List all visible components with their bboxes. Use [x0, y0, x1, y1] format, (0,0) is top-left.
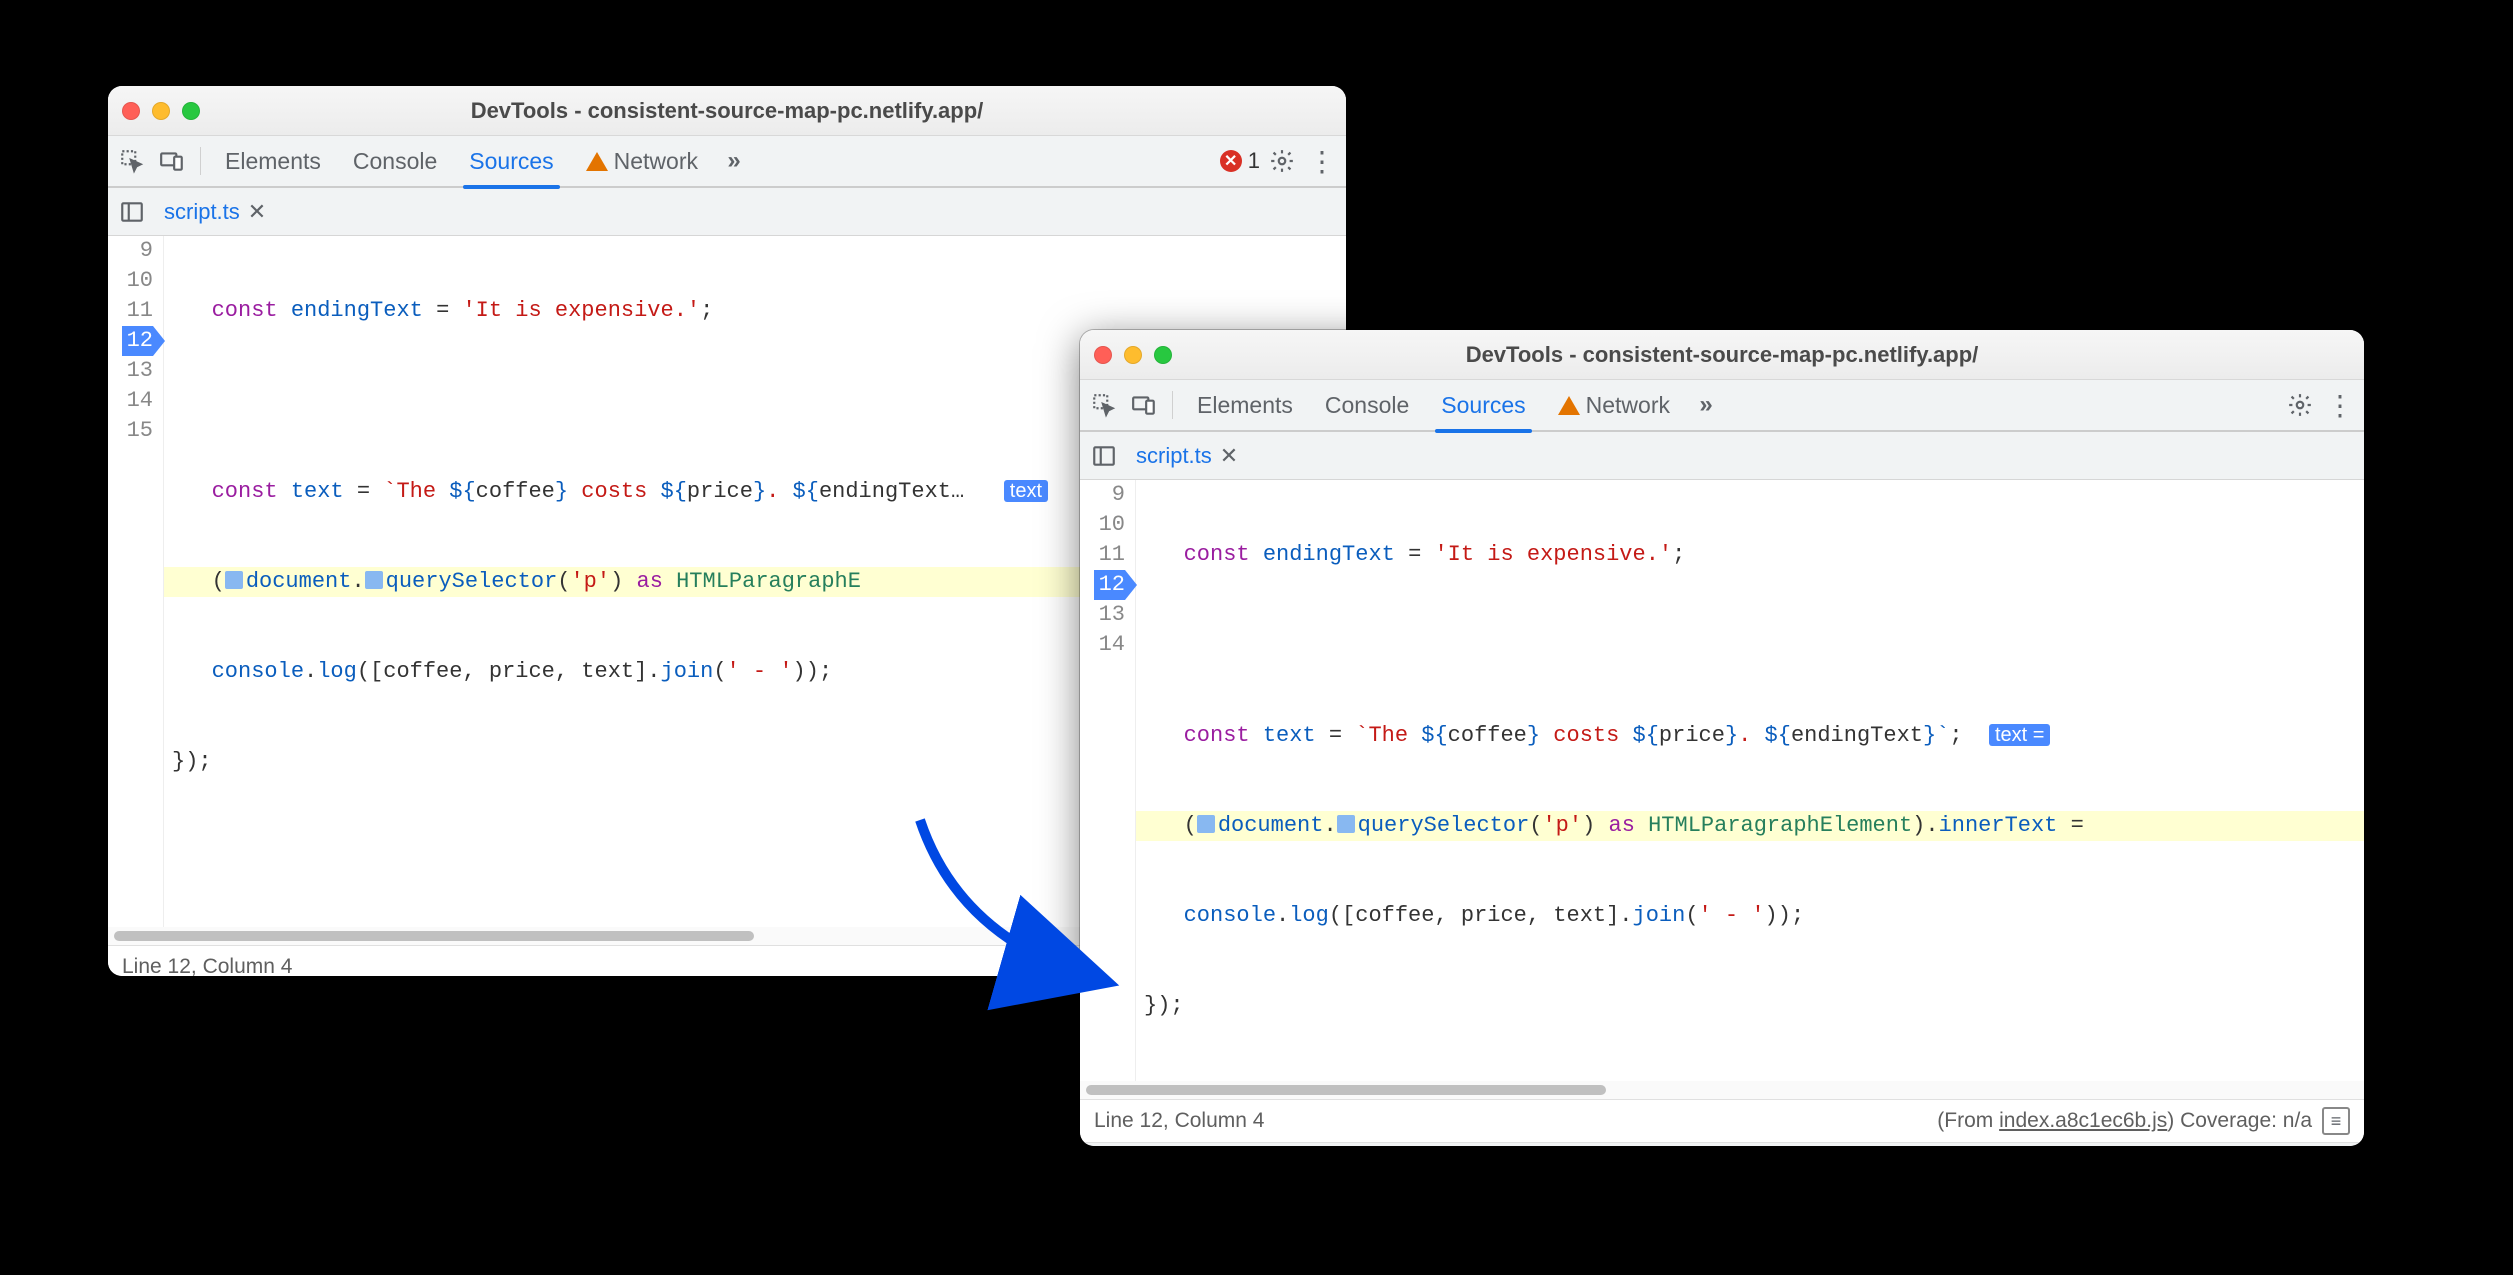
warning-icon	[1558, 396, 1580, 415]
coverage-detail-icon[interactable]: ≡	[2322, 1107, 2350, 1135]
tab-elements[interactable]: Elements	[211, 135, 335, 187]
line-gutter: 9 10 11 12 13 14	[1080, 480, 1136, 1081]
more-tabs-icon[interactable]: »	[716, 143, 752, 179]
zoom-window-button[interactable]	[1154, 346, 1172, 364]
cursor-position: Line 12, Column 4	[122, 955, 292, 976]
close-tab-icon[interactable]: ✕	[248, 199, 266, 225]
source-origin: (From index.a8c1ec6b.js) Coverage: n/a ≡	[1937, 1107, 2350, 1135]
source-statusbar: Line 12, Column 4 (From index.a8c1ec6b.j…	[1080, 1099, 2364, 1143]
window-title: DevTools - consistent-source-map-pc.netl…	[1080, 342, 2364, 368]
tab-network[interactable]: Network	[1544, 379, 1684, 431]
type-object-icon	[1197, 815, 1215, 833]
tab-network[interactable]: Network	[572, 135, 712, 187]
type-object-icon	[225, 571, 243, 589]
navigator-toggle-icon[interactable]	[114, 194, 150, 230]
devtools-window-after: DevTools - consistent-source-map-pc.netl…	[1080, 330, 2364, 1146]
drawer-header: ⋮ Console ✕	[1080, 1143, 2364, 1146]
inspect-element-icon[interactable]	[114, 143, 150, 179]
devtools-toolbar: Elements Console Sources Network » ✕ 1 ⋮	[108, 136, 1346, 188]
file-tabs-bar: script.ts ✕	[1080, 432, 2364, 480]
zoom-window-button[interactable]	[182, 102, 200, 120]
divider	[1172, 391, 1173, 419]
minimize-window-button[interactable]	[152, 102, 170, 120]
file-tab-script[interactable]: script.ts ✕	[1132, 443, 1242, 469]
horizontal-scrollbar[interactable]	[1080, 1081, 2364, 1099]
minimize-window-button[interactable]	[1124, 346, 1142, 364]
titlebar[interactable]: DevTools - consistent-source-map-pc.netl…	[1080, 330, 2364, 380]
source-map-link[interactable]: index.a8c1ec6b.js	[1999, 1109, 2167, 1132]
devtools-toolbar: Elements Console Sources Network » ⋮	[1080, 380, 2364, 432]
inspect-element-icon[interactable]	[1086, 387, 1122, 423]
cursor-position: Line 12, Column 4	[1094, 1109, 1264, 1133]
close-tab-icon[interactable]: ✕	[1220, 443, 1238, 469]
tab-sources[interactable]: Sources	[1427, 379, 1539, 431]
code-body[interactable]: const endingText = 'It is expensive.'; c…	[1136, 480, 2364, 1081]
error-icon: ✕	[1220, 150, 1242, 172]
tab-console[interactable]: Console	[339, 135, 451, 187]
file-tab-script[interactable]: script.ts ✕	[160, 199, 270, 225]
more-tabs-icon[interactable]: »	[1688, 387, 1724, 423]
settings-icon[interactable]	[1264, 143, 1300, 179]
warning-icon	[586, 152, 608, 171]
type-function-icon	[1337, 815, 1355, 833]
line-gutter: 9 10 11 12 13 14 15	[108, 236, 164, 927]
close-window-button[interactable]	[122, 102, 140, 120]
source-editor[interactable]: 9 10 11 12 13 14 const endingText = 'It …	[1080, 480, 2364, 1081]
drawer-tab-console[interactable]: Console	[1134, 1143, 1231, 1147]
close-window-button[interactable]	[1094, 346, 1112, 364]
titlebar[interactable]: DevTools - consistent-source-map-pc.netl…	[108, 86, 1346, 136]
kebab-menu-icon[interactable]: ⋮	[1304, 143, 1340, 179]
type-function-icon	[365, 571, 383, 589]
device-toolbar-icon[interactable]	[1126, 387, 1162, 423]
traffic-lights	[1094, 346, 1172, 364]
window-title: DevTools - consistent-source-map-pc.netl…	[108, 98, 1346, 124]
tab-console[interactable]: Console	[1311, 379, 1423, 431]
kebab-menu-icon[interactable]: ⋮	[2322, 387, 2358, 423]
divider	[200, 147, 201, 175]
value-tooltip: text =	[1989, 724, 2050, 746]
tab-elements[interactable]: Elements	[1183, 379, 1307, 431]
device-toolbar-icon[interactable]	[154, 143, 190, 179]
traffic-lights	[122, 102, 200, 120]
error-count-badge[interactable]: ✕ 1	[1220, 148, 1260, 174]
file-tabs-bar: script.ts ✕	[108, 188, 1346, 236]
settings-icon[interactable]	[2282, 387, 2318, 423]
tab-sources[interactable]: Sources	[455, 135, 567, 187]
navigator-toggle-icon[interactable]	[1086, 438, 1122, 474]
